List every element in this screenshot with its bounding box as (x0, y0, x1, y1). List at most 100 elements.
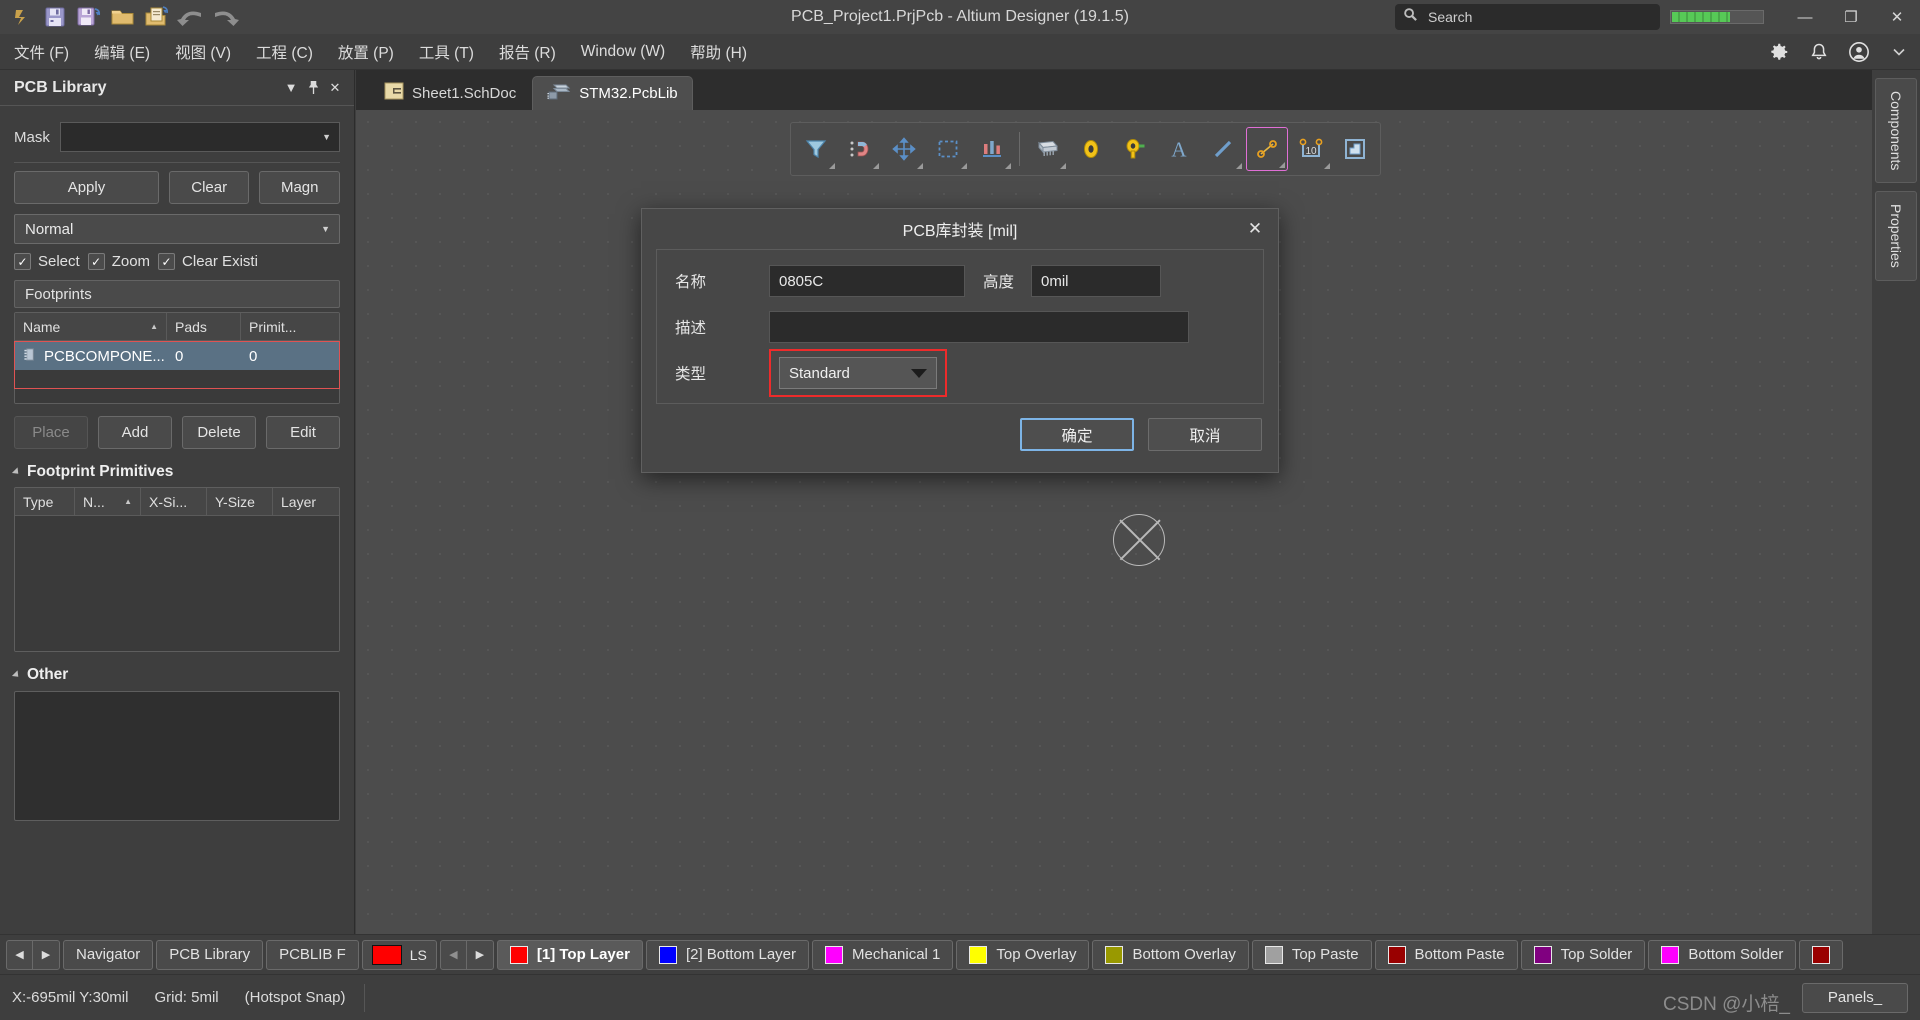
menu-item-help[interactable]: 帮助 (H) (679, 37, 758, 67)
layer-tab-top-solder[interactable]: Top Solder (1520, 939, 1646, 970)
column-header-pads[interactable]: Pads (167, 313, 241, 340)
menu-item-view[interactable]: 视图 (V) (164, 37, 242, 67)
maximize-button[interactable]: ❐ (1828, 0, 1874, 34)
layer-tab-bottom-paste[interactable]: Bottom Paste (1374, 939, 1518, 970)
chevron-down-icon[interactable] (911, 368, 927, 378)
chevron-down-icon[interactable]: ▼ (280, 77, 302, 99)
panel-nav-next-icon[interactable]: ▶ (33, 941, 59, 969)
other-preview-area[interactable] (14, 691, 340, 821)
pad-icon[interactable] (1070, 127, 1112, 171)
add-button[interactable]: Add (98, 416, 172, 449)
align-icon[interactable] (971, 127, 1013, 171)
snap-magnet-icon[interactable] (839, 127, 881, 171)
column-header-layer[interactable]: Layer (273, 488, 339, 515)
menu-item-project[interactable]: 工程 (C) (245, 37, 324, 67)
ruler-icon[interactable]: 10 (1290, 127, 1332, 171)
undo-icon[interactable] (176, 3, 206, 31)
footprints-grid[interactable]: Name ▲ Pads Primit... PCBCOMPONE... 0 0 (14, 312, 340, 404)
delete-button[interactable]: Delete (182, 416, 256, 449)
footprints-grid-body[interactable]: PCBCOMPONE... 0 0 (15, 341, 339, 403)
right-tab-properties[interactable]: Properties (1875, 191, 1917, 282)
column-header-primitives[interactable]: Primit... (241, 313, 339, 340)
layer-tab-top-layer[interactable]: [1] Top Layer (496, 939, 643, 970)
filter-icon[interactable] (795, 127, 837, 171)
panel-tab-navigator[interactable]: Navigator (63, 939, 154, 970)
panel-nav-buttons[interactable]: ◀ ▶ (6, 939, 60, 970)
edit-button[interactable]: Edit (266, 416, 340, 449)
mask-input[interactable]: ▼ (59, 122, 340, 152)
column-header-xsize[interactable]: X-Si... (141, 488, 207, 515)
search-input[interactable]: Search (1428, 9, 1472, 25)
table-row[interactable]: PCBCOMPONE... 0 0 (15, 341, 339, 370)
other-section[interactable]: Other (11, 666, 340, 684)
bell-icon[interactable] (1806, 39, 1832, 65)
panels-button[interactable]: Panels_ (1802, 982, 1908, 1013)
close-icon[interactable]: ✕ (324, 77, 346, 99)
primitives-grid[interactable]: Type N... ▲ X-Si... Y-Size Layer (14, 487, 340, 652)
footprint-primitives-section[interactable]: Footprint Primitives (11, 463, 340, 481)
text-icon[interactable]: A (1158, 127, 1200, 171)
minimize-button[interactable]: — (1782, 0, 1828, 34)
gear-icon[interactable] (1766, 39, 1792, 65)
search-box[interactable]: Search (1395, 4, 1660, 30)
pin-icon[interactable] (302, 77, 324, 99)
select-area-icon[interactable] (927, 127, 969, 171)
cancel-button[interactable]: 取消 (1148, 418, 1262, 451)
panel-nav-prev-icon[interactable]: ◀ (7, 940, 33, 969)
name-input[interactable]: 0805C (769, 265, 965, 297)
layer-nav-next-icon[interactable]: ▶ (467, 941, 493, 969)
ok-button[interactable]: 确定 (1020, 418, 1134, 451)
clear-button[interactable]: Clear (168, 171, 250, 204)
document-tab-stm32-pcblib[interactable]: STM32.PcbLib (532, 76, 693, 110)
close-button[interactable]: ✕ (1874, 0, 1920, 34)
column-header-name[interactable]: Name ▲ (15, 313, 167, 340)
column-header-ysize[interactable]: Y-Size (207, 488, 273, 515)
checkbox-zoom[interactable]: ✓ Zoom (87, 253, 150, 270)
column-header-type[interactable]: Type (15, 488, 75, 515)
move-icon[interactable] (883, 127, 925, 171)
menu-item-reports[interactable]: 报告 (R) (488, 37, 567, 67)
menu-item-tools[interactable]: 工具 (T) (408, 37, 485, 67)
layer-tab-top-paste[interactable]: Top Paste (1251, 939, 1372, 970)
menu-item-place[interactable]: 放置 (P) (327, 37, 405, 67)
menu-item-edit[interactable]: 编辑 (E) (83, 37, 161, 67)
open-folder-icon[interactable] (108, 3, 138, 31)
chevron-down-icon[interactable]: ▼ (322, 132, 331, 142)
line-icon[interactable] (1202, 127, 1244, 171)
layer-nav-prev-icon[interactable]: ◀ (441, 940, 467, 969)
redo-icon[interactable] (210, 3, 240, 31)
checkbox-clear-existing[interactable]: ✓ Clear Existi (158, 253, 258, 270)
layer-stack-button[interactable]: LS (361, 939, 437, 970)
dimension-icon[interactable] (1246, 127, 1288, 171)
board-shape-icon[interactable] (1334, 127, 1376, 171)
layer-tab-bottom-solder[interactable]: Bottom Solder (1648, 939, 1797, 970)
save-icon[interactable] (40, 3, 70, 31)
magnify-button[interactable]: Magn (259, 171, 340, 204)
save-all-icon[interactable] (74, 3, 104, 31)
primitives-grid-body[interactable] (15, 516, 339, 651)
checkbox-select[interactable]: ✓ Select (14, 253, 80, 270)
layer-tab-more[interactable] (1799, 939, 1844, 970)
layer-tab-mechanical-1[interactable]: Mechanical 1 (812, 939, 954, 970)
place-button[interactable]: Place (14, 416, 88, 449)
menu-item-window[interactable]: Window (W) (570, 39, 676, 65)
via-icon[interactable] (1114, 127, 1156, 171)
column-header-n[interactable]: N... ▲ (75, 488, 141, 515)
layer-tab-top-overlay[interactable]: Top Overlay (956, 939, 1090, 970)
mask-mode-select[interactable]: Normal ▼ (14, 214, 340, 244)
apply-button[interactable]: Apply (14, 171, 159, 204)
layer-tab-bottom-overlay[interactable]: Bottom Overlay (1092, 939, 1249, 970)
panel-tab-pcb-library[interactable]: PCB Library (156, 939, 264, 970)
description-input[interactable] (769, 311, 1189, 343)
menu-item-file[interactable]: 文件 (F) (3, 37, 80, 67)
panel-tab-pcblib-f[interactable]: PCBLIB F (266, 939, 359, 970)
open-document-icon[interactable] (142, 3, 172, 31)
component-icon[interactable] (1026, 127, 1068, 171)
type-dropdown[interactable]: Standard (779, 357, 937, 389)
dialog-close-button[interactable]: ✕ (1242, 217, 1268, 241)
chevron-down-icon[interactable] (1886, 39, 1912, 65)
altium-logo-icon[interactable] (6, 3, 36, 31)
document-tab-sheet1[interactable]: Sheet1.SchDoc (370, 76, 530, 110)
chevron-down-icon[interactable]: ▼ (321, 224, 330, 234)
user-icon[interactable] (1846, 39, 1872, 65)
